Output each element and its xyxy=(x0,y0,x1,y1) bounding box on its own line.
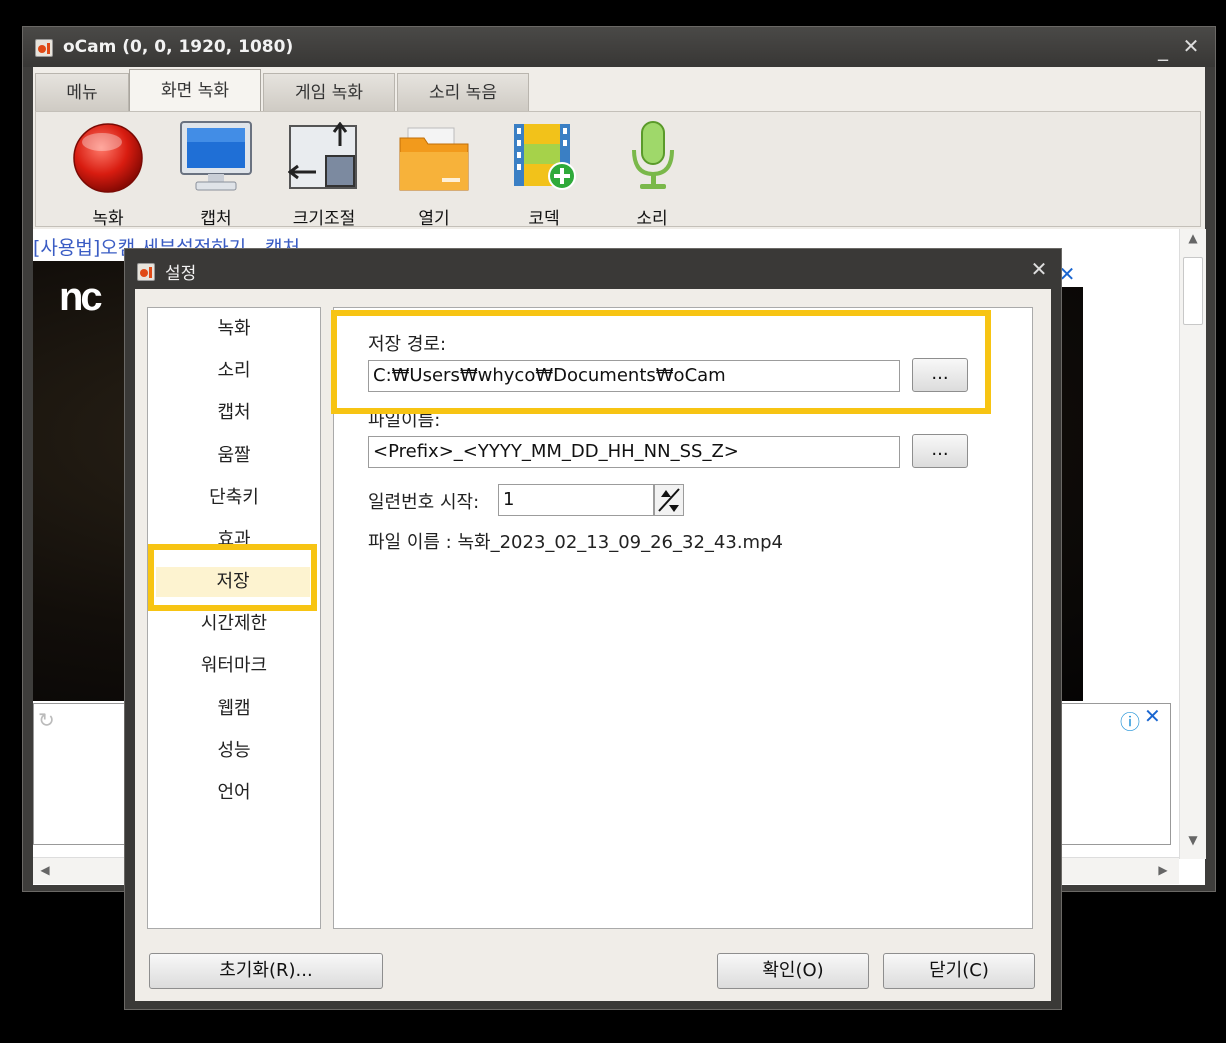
monitor-icon xyxy=(180,121,252,191)
tab-screen-record[interactable]: 화면 녹화 xyxy=(129,69,261,113)
nav-item-performance[interactable]: 성능 xyxy=(148,736,320,766)
record-icon xyxy=(73,123,143,193)
capture-tool-label: 캡처 xyxy=(200,209,232,229)
close-button[interactable]: ✕ xyxy=(1179,36,1203,56)
capture-tool-button[interactable]: 캡처 xyxy=(166,118,266,229)
ocam-app-icon xyxy=(35,39,53,57)
scroll-up-icon[interactable]: ▲ xyxy=(1180,231,1206,245)
record-tool-button[interactable]: 녹화 xyxy=(58,118,158,229)
nav-item-watermark[interactable]: 워터마크 xyxy=(148,651,320,681)
ad-box-close-icon[interactable]: ✕ xyxy=(1144,704,1161,728)
nav-item-record[interactable]: 녹화 xyxy=(148,314,320,344)
sound-tool-label: 소리 xyxy=(636,209,668,229)
file-name-browse-button[interactable]: ... xyxy=(912,434,968,468)
stepper-arrows-icon xyxy=(658,488,680,512)
resize-icon xyxy=(288,122,357,189)
settings-nav: 녹화 소리 캡처 움짤 단축키 효과 저장 시간제한 워터마크 웹캠 성능 언어 xyxy=(147,307,321,929)
dialog-titlebar[interactable]: 설정 ✕ xyxy=(125,249,1061,289)
sound-tool-button[interactable]: 소리 xyxy=(602,118,702,229)
open-tool-label: 열기 xyxy=(418,209,450,229)
tab-menu[interactable]: 메뉴 xyxy=(35,73,129,111)
scroll-down-icon[interactable]: ▼ xyxy=(1180,833,1206,847)
main-titlebar[interactable]: oCam (0, 0, 1920, 1080) _ ✕ xyxy=(23,27,1215,67)
save-nav-highlight xyxy=(148,544,317,611)
save-path-highlight xyxy=(331,310,991,414)
nav-item-time-limit[interactable]: 시간제한 xyxy=(148,609,320,639)
nav-item-webcam[interactable]: 웹캠 xyxy=(148,694,320,724)
refresh-icon: ↻ xyxy=(38,708,55,732)
ad-info-icon[interactable]: ⓘ xyxy=(1120,706,1140,735)
resize-tool-label: 크기조절 xyxy=(292,209,356,229)
codec-film-icon xyxy=(514,124,576,190)
toolbar: 녹화 캡처 크기조절 열기 코덱 소리 xyxy=(35,111,1201,229)
resize-tool-button[interactable]: 크기조절 xyxy=(274,118,374,229)
vertical-scroll-thumb[interactable] xyxy=(1183,257,1203,325)
file-name-preview: 파일 이름 : 녹화_2023_02_13_09_26_32_43.mp4 xyxy=(368,532,783,553)
folder-icon xyxy=(399,127,469,191)
dialog-app-icon xyxy=(137,263,155,281)
dialog-title: 설정 xyxy=(165,264,197,284)
record-tool-label: 녹화 xyxy=(92,209,124,229)
nav-item-capture[interactable]: 캡처 xyxy=(148,398,320,428)
file-name-field[interactable]: <Prefix>_<YYYY_MM_DD_HH_NN_SS_Z> xyxy=(368,436,900,468)
close-dialog-button[interactable]: 닫기(C) xyxy=(883,953,1035,989)
ok-button[interactable]: 확인(O) xyxy=(717,953,869,989)
dialog-close-button[interactable]: ✕ xyxy=(1027,259,1051,279)
serial-start-label: 일련번호 시작: xyxy=(368,492,480,513)
microphone-icon xyxy=(632,121,674,189)
scroll-left-icon[interactable]: ◀ xyxy=(35,863,55,877)
window-title: oCam (0, 0, 1920, 1080) xyxy=(63,37,294,57)
codec-tool-button[interactable]: 코덱 xyxy=(494,118,594,229)
serial-stepper[interactable] xyxy=(654,484,684,516)
codec-tool-label: 코덱 xyxy=(528,209,560,229)
nav-item-sound[interactable]: 소리 xyxy=(148,356,320,386)
vertical-scrollbar[interactable]: ▲ ▼ xyxy=(1179,229,1206,859)
serial-start-field[interactable]: 1 xyxy=(498,484,654,516)
minimize-button[interactable]: _ xyxy=(1151,39,1175,59)
reset-button[interactable]: 초기화(R)... xyxy=(149,953,383,989)
nc-logo: nc xyxy=(59,275,103,319)
nav-item-gif[interactable]: 움짤 xyxy=(148,441,320,471)
open-tool-button[interactable]: 열기 xyxy=(384,118,484,229)
tab-game-record[interactable]: 게임 녹화 xyxy=(263,73,395,111)
nav-item-hotkeys[interactable]: 단축키 xyxy=(148,483,320,513)
scroll-right-icon[interactable]: ▶ xyxy=(1153,863,1173,877)
nav-item-language[interactable]: 언어 xyxy=(148,778,320,808)
tab-sound-record[interactable]: 소리 녹음 xyxy=(397,73,529,111)
